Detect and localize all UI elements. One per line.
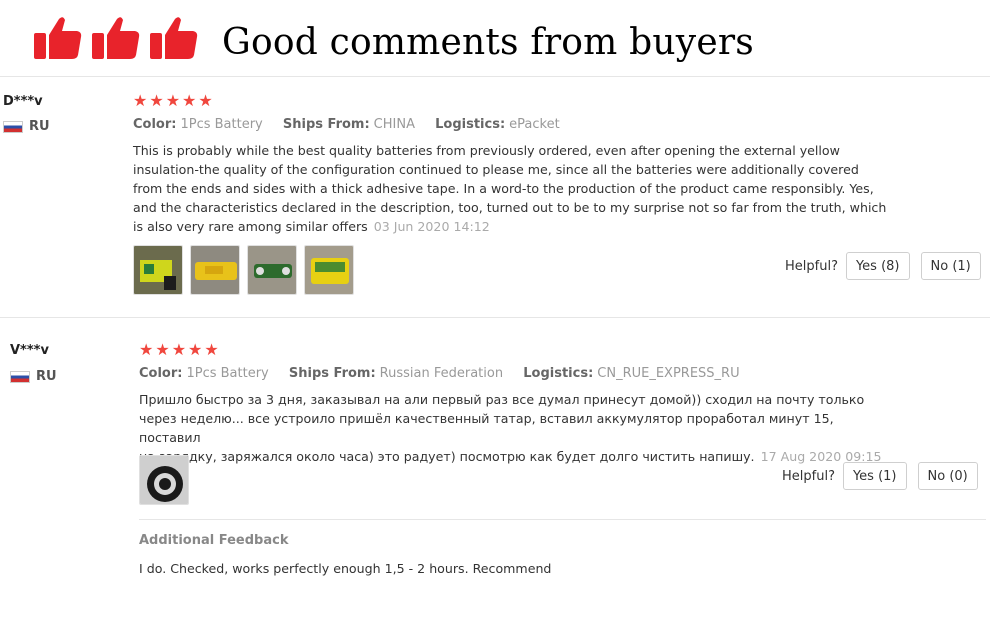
review-line: is also very rare among similar offers: [133, 219, 368, 234]
reviewer-name: D***v: [3, 94, 43, 109]
review-line: на зарядку, заряжался около часа) это ра…: [139, 449, 755, 464]
review-line: and the characteristics declared in the …: [133, 200, 887, 215]
star-icon: ★: [188, 340, 203, 359]
star-icon: ★: [204, 340, 219, 359]
ships-from-label: Ships From:: [282, 117, 370, 132]
review-photo[interactable]: [304, 245, 354, 295]
review-text: This is probably while the best quality …: [133, 141, 893, 236]
star-icon: ★: [133, 91, 148, 110]
thumbs-up-icon: [34, 17, 82, 59]
helpful-no-button[interactable]: No (0): [917, 462, 978, 490]
review-line: This is probably while the best quality …: [133, 143, 840, 158]
additional-feedback-text: I do. Checked, works perfectly enough 1,…: [139, 561, 552, 576]
thumbs-up-icon: [92, 17, 140, 59]
reviewer-name: V***v: [10, 343, 49, 358]
helpful-no-button[interactable]: No (1): [920, 252, 981, 280]
logistics-value: CN_RUE_EXPRESS_RU: [597, 366, 740, 381]
star-icon: ★: [165, 91, 181, 110]
thumbs-up-icon: [150, 17, 198, 59]
star-icon: ★: [149, 91, 164, 110]
russia-flag-icon: [3, 120, 23, 133]
review-line: from the ends and sides with a thick adh…: [133, 181, 874, 196]
ships-from-label: Ships From:: [288, 366, 376, 381]
reviewer-country: RU: [3, 119, 50, 134]
logistics-label: Logistics:: [523, 366, 594, 381]
ships-from-value: CHINA: [373, 117, 415, 132]
star-icon: ★: [198, 91, 213, 110]
order-meta: Color: 1Pcs Battery Ships From: Russian Fe…: [139, 366, 756, 381]
color-label: Color:: [133, 117, 177, 132]
divider: [0, 76, 990, 77]
divider: [139, 519, 986, 520]
divider: [0, 317, 990, 318]
review-photos: [133, 245, 354, 295]
russia-flag-icon: [10, 370, 30, 383]
review-line: Пришло быстро за 3 дня, заказывал на али…: [139, 392, 865, 407]
helpful-yes-button[interactable]: Yes (8): [845, 252, 910, 280]
ships-from-value: Russian Federation: [379, 366, 504, 381]
page-header: Good comments from buyers: [0, 0, 1000, 76]
star-icon: ★: [139, 340, 154, 359]
reviewer-country: RU: [10, 369, 57, 384]
review-date: 03 Jun 2020 14:12: [373, 219, 490, 234]
helpful-vote: Helpful? Yes (8) No (1): [785, 252, 981, 280]
country-code: RU: [29, 119, 50, 134]
order-meta: Color: 1Pcs Battery Ships From: CHINA Logi…: [133, 117, 576, 132]
color-value: 1Pcs Battery: [186, 366, 269, 381]
helpful-vote: Helpful? Yes (1) No (0): [782, 462, 978, 490]
country-code: RU: [36, 369, 57, 384]
review-photo[interactable]: [190, 245, 240, 295]
review-text: Пришло быстро за 3 дня, заказывал на али…: [139, 390, 899, 466]
color-label: Color:: [139, 366, 183, 381]
star-icon: ★: [182, 91, 197, 110]
review-photo[interactable]: [139, 455, 189, 505]
thumbs-group: [32, 13, 200, 63]
color-value: 1Pcs Battery: [180, 117, 263, 132]
review-photo[interactable]: [133, 245, 183, 295]
additional-feedback-title: Additional Feedback: [139, 533, 289, 548]
review-photo[interactable]: [247, 245, 297, 295]
helpful-label: Helpful?: [785, 258, 838, 274]
helpful-label: Helpful?: [782, 468, 835, 484]
page-title: Good comments from buyers: [222, 22, 754, 63]
review-photos: [139, 455, 189, 505]
star-icon: ★: [155, 340, 170, 359]
star-icon: ★: [171, 340, 187, 359]
review-line: через неделю... все устроило пришёл каче…: [139, 411, 834, 445]
logistics-label: Logistics:: [435, 117, 506, 132]
rating-stars: ★ ★ ★ ★ ★: [139, 342, 219, 358]
helpful-yes-button[interactable]: Yes (1): [842, 462, 907, 490]
rating-stars: ★ ★ ★ ★ ★: [133, 93, 213, 109]
review-line: insulation-the quality of the configurat…: [133, 162, 859, 177]
logistics-value: ePacket: [509, 117, 560, 132]
